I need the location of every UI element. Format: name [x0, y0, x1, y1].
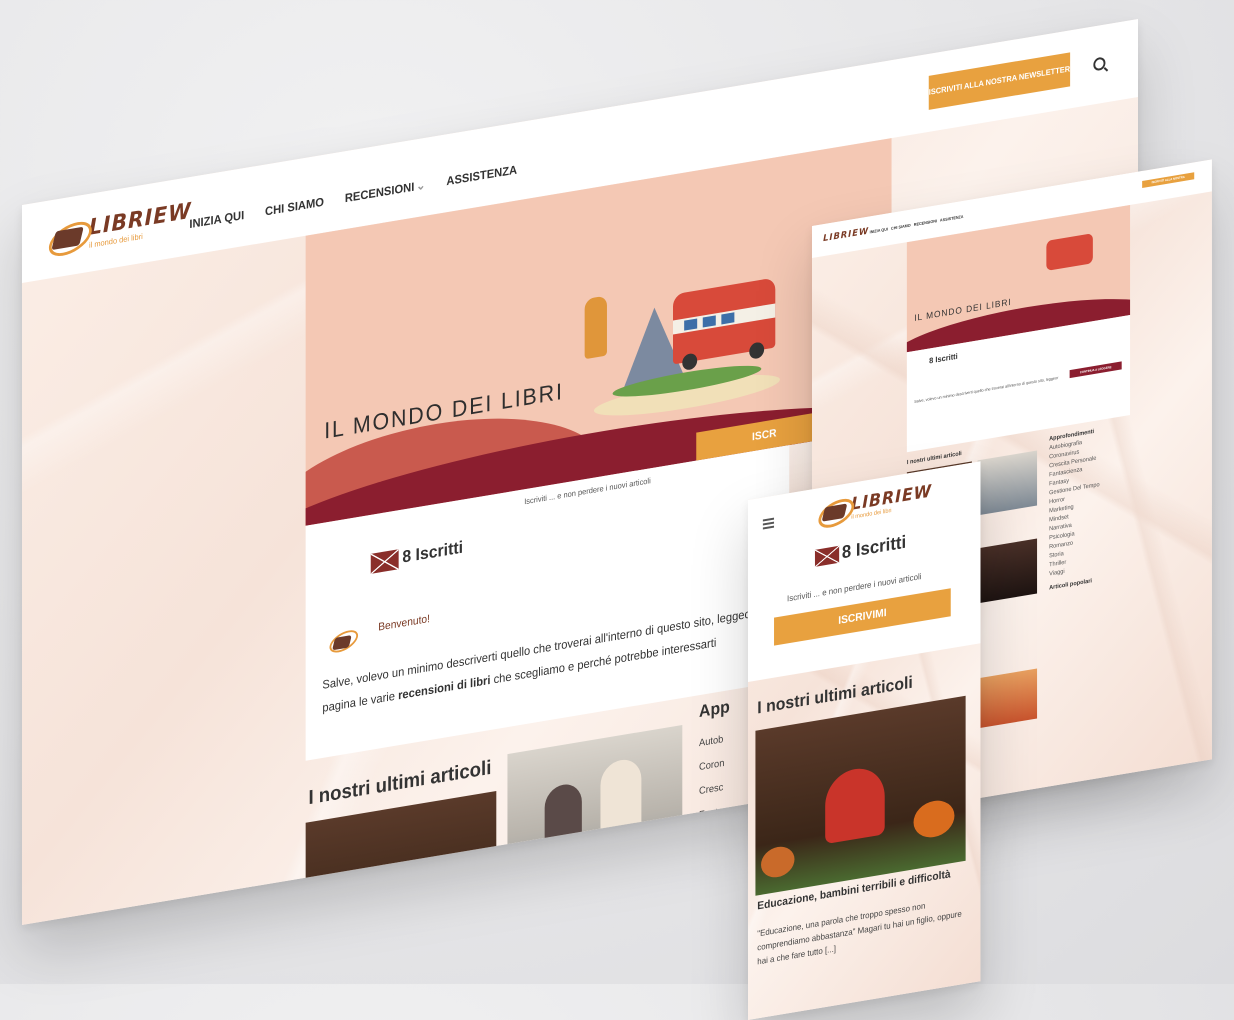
tablet-sidebar-list: Autobiografia Coronavirus Crescita Perso… [1049, 431, 1133, 580]
tablet-nav-chi-siamo[interactable]: CHI SIAMO [891, 223, 911, 231]
phone-screen: LIBRIEW il mondo dei libri 8 Iscritti Is… [748, 461, 981, 1020]
person-shape [584, 295, 607, 360]
search-icon[interactable] [1093, 56, 1106, 72]
tablet-newsletter-button[interactable]: ISCRIVITI ALLA NOSTRA NEWSLETTER [1142, 172, 1195, 190]
subscriber-count: 8 Iscritti [370, 537, 463, 574]
logo-icon [44, 214, 96, 264]
tablet-nav-recensioni[interactable]: RECENSIONI [914, 218, 937, 227]
tablet-continue-button[interactable]: CONTINUA A LEGGERE [1069, 361, 1122, 379]
nav-inizia-qui[interactable]: INIZIA QUI [189, 208, 244, 231]
site-logo[interactable]: LIBRIEW il mondo dei libri [44, 199, 192, 264]
child-figure [370, 857, 427, 925]
article-image-1[interactable] [305, 790, 497, 925]
van-shape [673, 277, 776, 371]
welcome-title: Benvenuto! [378, 613, 430, 634]
logo-icon [815, 492, 858, 534]
phone-logo[interactable]: LIBRIEW il mondo dei libri [815, 479, 932, 534]
woman-figure-1 [544, 781, 582, 888]
article-title-2[interactable]: Come difendersi dal mondo e dalle sue mi… [507, 895, 684, 925]
pumpkin-shape [445, 887, 487, 925]
tablet-logo[interactable]: LIBRIEW [823, 226, 869, 244]
mail-icon [370, 548, 399, 574]
newsletter-button[interactable]: ISCRIVITI ALLA NOSTRA NEWSLETTER [928, 52, 1071, 110]
nav-recensioni[interactable]: RECENSIONI ⌄ [345, 178, 426, 205]
mail-icon [814, 545, 840, 567]
article-image-2[interactable] [507, 724, 683, 920]
phone-header: LIBRIEW il mondo dei libri 8 Iscritti Is… [748, 461, 981, 682]
sidebar-item[interactable]: Horro [699, 872, 725, 900]
tablet-subscriber-count: 8 Iscritti [929, 351, 958, 366]
sidebar-heading: App [699, 697, 730, 722]
tablet-article-image-3[interactable] [977, 538, 1038, 604]
welcome-logo-icon [326, 625, 361, 658]
sidebar-item[interactable]: Fanta [699, 800, 725, 828]
woman-figure-2 [600, 756, 642, 874]
tablet-article-image-4[interactable] [977, 668, 1038, 729]
sidebar-item[interactable]: Fanta [699, 824, 725, 852]
tablet-article-image-2[interactable] [977, 450, 1038, 516]
tablet-nav: INIZIA QUI CHI SIAMO RECENSIONI ASSISTEN… [870, 214, 964, 235]
nav-chi-siamo[interactable]: CHI SIAMO [265, 195, 324, 219]
sidebar-item[interactable]: Gestic [699, 848, 725, 876]
child-figure [825, 764, 885, 845]
tablet-sidebar: Approfondimenti Autobiografia Coronaviru… [1049, 423, 1133, 591]
pumpkin-shape-2 [761, 844, 795, 880]
pumpkin-shape [913, 797, 955, 841]
tablet-nav-inizia-qui[interactable]: INIZIA QUI [870, 226, 888, 234]
nav-assistenza[interactable]: ASSISTENZA [446, 162, 517, 188]
sofa-shape [507, 834, 683, 920]
hamburger-icon[interactable] [762, 517, 775, 530]
sidebar-categories: Autob Coron Cresc Fanta Fanta Gestic Hor… [699, 728, 725, 900]
van-shape [1046, 233, 1093, 271]
device-mockup-scene: LIBRIEW il mondo dei libri INIZIA QUI CH… [0, 0, 1234, 1020]
phone-article-image-1[interactable] [755, 695, 966, 896]
tablet-nav-assistenza[interactable]: ASSISTENZA [940, 214, 964, 223]
chevron-down-icon: ⌄ [416, 177, 426, 194]
phone-subscriber-count: 8 Iscritti [814, 532, 906, 568]
